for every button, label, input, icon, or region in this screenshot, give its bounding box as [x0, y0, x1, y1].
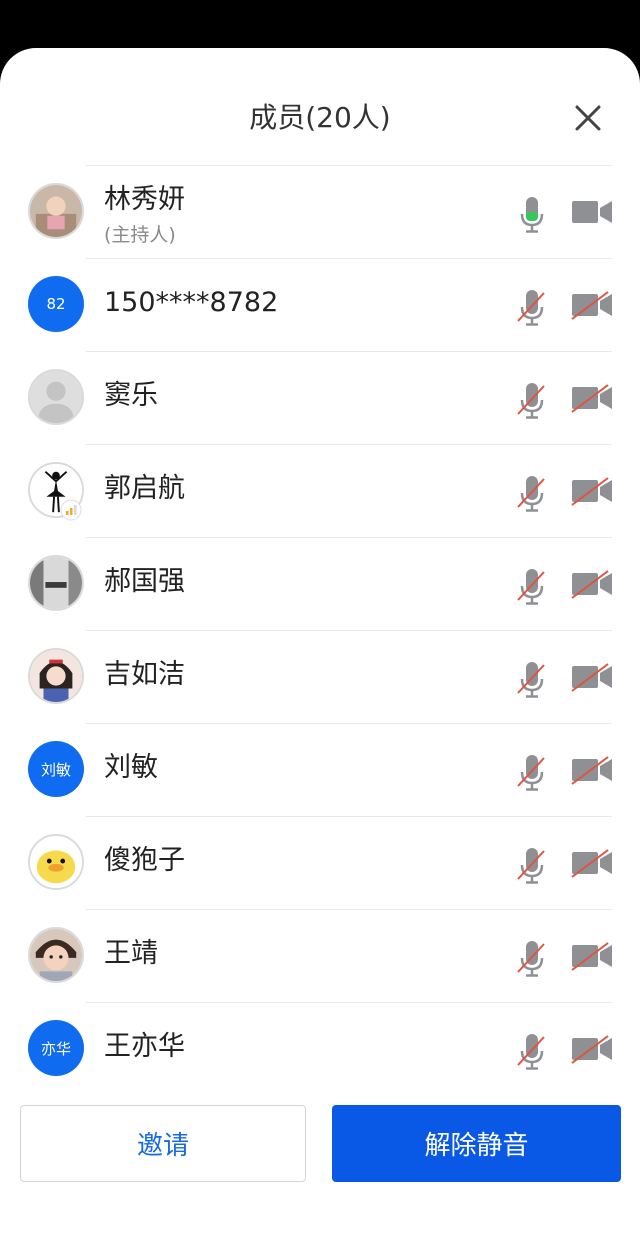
member-row[interactable]: 吉如洁: [28, 630, 614, 723]
member-name: 刘敏: [104, 752, 158, 783]
member-list: 林秀妍 (主持人) 82 150****8782 窦乐 郭启航 郝国强 吉如洁 …: [0, 165, 640, 1095]
member-row[interactable]: 刘敏 刘敏: [28, 723, 614, 816]
microphone-muted-icon[interactable]: [516, 1031, 548, 1071]
member-row[interactable]: 郝国强: [28, 537, 614, 630]
microphone-muted-icon[interactable]: [516, 287, 548, 327]
microphone-active-icon[interactable]: [516, 194, 548, 234]
avatar: [28, 369, 84, 425]
member-row[interactable]: 郭启航: [28, 444, 614, 537]
member-row[interactable]: 82 150****8782: [28, 258, 614, 351]
avatar-photo-icon: [30, 185, 82, 237]
close-button[interactable]: [568, 98, 608, 138]
member-row[interactable]: 窦乐: [28, 351, 614, 444]
avatar: [28, 555, 84, 611]
avatar: [28, 648, 84, 704]
microphone-muted-icon[interactable]: [516, 566, 548, 606]
page-title: 成员(20人): [249, 101, 391, 134]
camera-off-icon[interactable]: [570, 847, 614, 879]
camera-off-icon[interactable]: [570, 568, 614, 600]
avatar: 82: [28, 276, 84, 332]
member-name: 150****8782: [104, 287, 279, 318]
avatar: 亦华: [28, 1020, 84, 1076]
member-name: 郝国强: [104, 566, 185, 597]
member-name: 林秀妍: [104, 184, 185, 215]
avatar-photo-icon: [30, 557, 82, 609]
member-row[interactable]: 傻狍子: [28, 816, 614, 909]
avatar-photo-icon: [30, 929, 82, 981]
member-name: 吉如洁: [104, 659, 185, 690]
member-name: 窦乐: [104, 380, 158, 411]
camera-off-icon[interactable]: [570, 382, 614, 414]
microphone-muted-icon[interactable]: [516, 845, 548, 885]
microphone-muted-icon[interactable]: [516, 752, 548, 792]
host-label: (主持人): [104, 224, 176, 246]
microphone-muted-icon[interactable]: [516, 938, 548, 978]
member-name: 王靖: [104, 938, 158, 969]
camera-off-icon[interactable]: [570, 940, 614, 972]
duck-avatar-icon: [30, 836, 82, 888]
avatar: [28, 183, 84, 239]
avatar: [28, 927, 84, 983]
camera-off-icon[interactable]: [570, 754, 614, 786]
microphone-muted-icon[interactable]: [516, 380, 548, 420]
member-name: 傻狍子: [104, 845, 185, 876]
members-sheet: 成员(20人) 林秀妍 (主持人) 82 150****8782 窦乐 郭启航 …: [0, 48, 640, 1244]
camera-icon[interactable]: [570, 196, 614, 228]
sheet-header: 成员(20人): [0, 48, 640, 164]
member-name: 王亦华: [104, 1031, 185, 1062]
signal-badge-icon: [60, 499, 82, 521]
camera-off-icon[interactable]: [570, 661, 614, 693]
member-row[interactable]: 亦华 王亦华: [28, 1002, 614, 1095]
unmute-button[interactable]: 解除静音: [332, 1105, 621, 1182]
microphone-muted-icon[interactable]: [516, 473, 548, 513]
default-avatar-icon: [30, 371, 82, 423]
camera-off-icon[interactable]: [570, 1033, 614, 1065]
avatar: [28, 834, 84, 890]
avatar-photo-icon: [30, 650, 82, 702]
invite-button[interactable]: 邀请: [20, 1105, 306, 1182]
member-name: 郭启航: [104, 473, 185, 504]
avatar: 刘敏: [28, 741, 84, 797]
microphone-muted-icon[interactable]: [516, 659, 548, 699]
camera-off-icon[interactable]: [570, 289, 614, 321]
member-row[interactable]: 林秀妍 (主持人): [28, 165, 614, 258]
close-icon: [575, 105, 601, 131]
member-row[interactable]: 王靖: [28, 909, 614, 1002]
camera-off-icon[interactable]: [570, 475, 614, 507]
